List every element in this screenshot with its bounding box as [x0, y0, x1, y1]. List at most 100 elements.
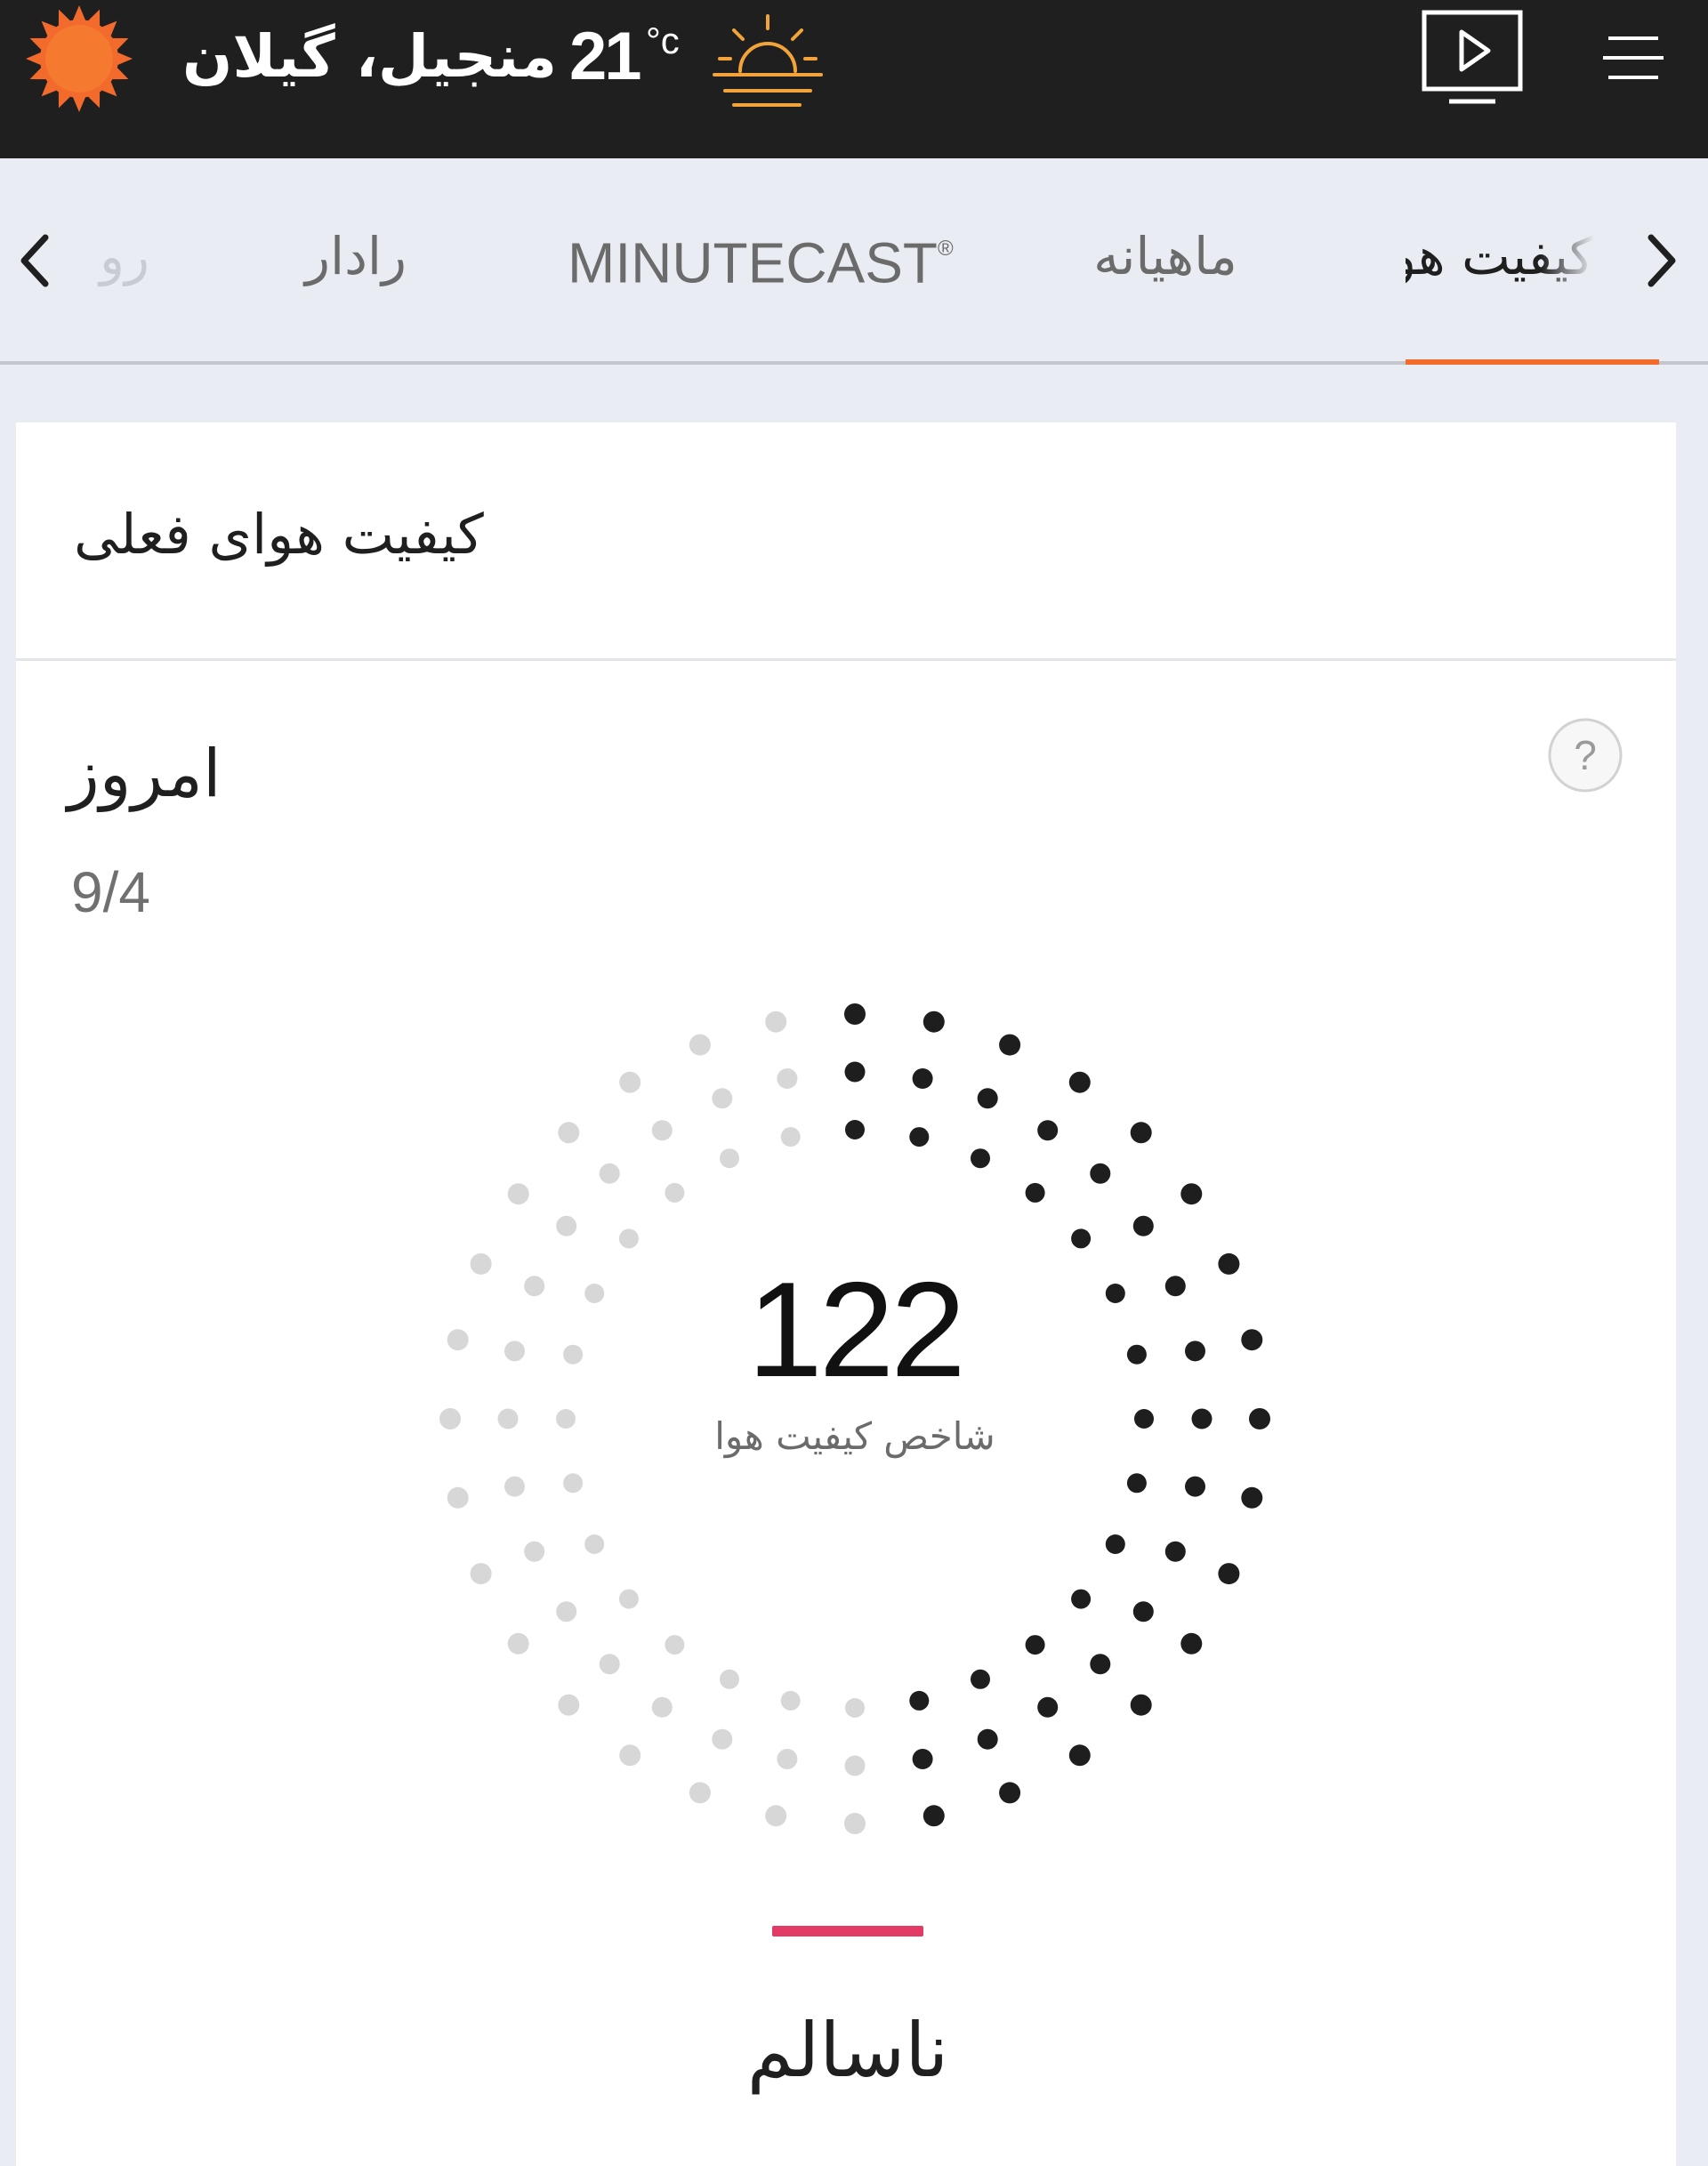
- top-app-bar: منجیل، گیلان 21 °c: [0, 0, 1708, 158]
- tab-radar[interactable]: رادار: [294, 212, 418, 301]
- aqi-dot-filled: [971, 1148, 990, 1169]
- aqi-dot-filled: [912, 1749, 933, 1769]
- sunrise-icon: [713, 14, 823, 107]
- aqi-dot-empty: [845, 1698, 865, 1718]
- aqi-dot-empty: [619, 1744, 641, 1767]
- logo-ray: [26, 52, 41, 65]
- video-play-icon[interactable]: [1419, 7, 1526, 109]
- aqi-dot-filled: [1071, 1228, 1092, 1249]
- sun-logo-icon[interactable]: [12, 0, 146, 120]
- aqi-dot-empty: [470, 1563, 492, 1585]
- aqi-dot-empty: [720, 1148, 739, 1169]
- tab-minutecast-label: MINUTECAST: [568, 230, 938, 295]
- aqi-dot-filled: [977, 1728, 998, 1750]
- aqi-dot-filled: [1105, 1534, 1125, 1554]
- aqi-dot-empty: [665, 1182, 685, 1203]
- aqi-dot-filled: [1132, 1215, 1154, 1236]
- current-temperature: 21: [569, 19, 642, 94]
- logo-ray: [73, 5, 85, 20]
- hamburger-menu-icon[interactable]: [1601, 29, 1665, 86]
- aqi-dot-empty: [524, 1541, 545, 1562]
- aqi-dot-filled: [922, 1805, 945, 1827]
- aqi-dot-filled: [1037, 1120, 1059, 1141]
- aqi-dot-filled: [1218, 1252, 1240, 1275]
- aqi-dot-filled: [1180, 1183, 1203, 1205]
- aqi-dot-filled: [909, 1127, 930, 1147]
- aqi-dot-filled: [844, 1003, 866, 1025]
- aqi-value: 122: [747, 1254, 966, 1405]
- aqi-dot-filled: [1180, 1632, 1203, 1655]
- aqi-dot-empty: [765, 1011, 787, 1033]
- aqi-dot-empty: [524, 1276, 545, 1297]
- tab-minutecast[interactable]: MINUTECAST®: [568, 212, 954, 301]
- aqi-dot-filled: [1191, 1408, 1213, 1429]
- aqi-dot-filled: [1105, 1284, 1125, 1303]
- aqi-dot-empty: [599, 1163, 620, 1184]
- aqi-dot-empty: [447, 1329, 469, 1351]
- aqi-dot-filled: [1068, 1071, 1091, 1093]
- aqi-dot-filled: [1037, 1696, 1059, 1718]
- aqi-dot-empty: [470, 1252, 492, 1275]
- aqi-dot-filled: [1126, 1473, 1147, 1494]
- aqi-dot-empty: [618, 1589, 639, 1609]
- aqi-dot-filled: [845, 1120, 865, 1139]
- aqi-dot-empty: [720, 1669, 739, 1689]
- aqi-dot-empty: [556, 1215, 577, 1236]
- aqi-dot-empty: [651, 1696, 673, 1718]
- chevron-right-icon[interactable]: [1639, 225, 1683, 296]
- location-name[interactable]: منجیل، گیلان: [182, 14, 557, 99]
- aqi-dot-empty: [844, 1755, 866, 1776]
- aqi-dot-filled: [1132, 1601, 1154, 1622]
- help-symbol: ?: [1574, 732, 1597, 778]
- aqi-dot-empty: [558, 1122, 580, 1144]
- aqi-dot-filled: [1134, 1409, 1154, 1429]
- aqi-dot-empty: [584, 1284, 605, 1303]
- aqi-dot-empty: [780, 1127, 801, 1147]
- aqi-dot-filled: [909, 1690, 930, 1711]
- logo-ray: [73, 97, 85, 112]
- aqi-dot-filled: [844, 1061, 866, 1083]
- aqi-dot-empty: [619, 1071, 641, 1093]
- aqi-dot-empty: [556, 1601, 577, 1622]
- card-header: کیفیت هوای فعلی: [16, 423, 1676, 661]
- aqi-dot-empty: [507, 1183, 529, 1205]
- tab-monthly[interactable]: ماهیانه: [1076, 212, 1254, 301]
- help-icon[interactable]: ?: [1546, 716, 1624, 794]
- aqi-dot-empty: [556, 1409, 576, 1429]
- aqi-dot-empty: [584, 1534, 605, 1554]
- aqi-dot-filled: [1249, 1408, 1270, 1429]
- aqi-dot-empty: [712, 1728, 733, 1750]
- aqi-dot-empty: [439, 1408, 461, 1429]
- aqi-dot-filled: [1025, 1635, 1045, 1655]
- aqi-dot-empty: [844, 1813, 866, 1834]
- logo-ray: [117, 52, 133, 65]
- active-tab-indicator: [1406, 359, 1659, 365]
- aqi-dot-filled: [1130, 1122, 1152, 1144]
- aqi-dot-filled: [1241, 1486, 1263, 1509]
- aqi-dot-filled: [1241, 1329, 1263, 1351]
- temperature-unit: °c: [646, 20, 680, 61]
- tab-air-quality[interactable]: کیفیت هوا: [1406, 212, 1594, 301]
- tab-ru[interactable]: رو: [96, 212, 149, 301]
- aqi-dot-empty: [777, 1749, 798, 1769]
- aqi-dot-filled: [1090, 1654, 1111, 1675]
- tab-fade-overlay: [1541, 212, 1594, 301]
- aqi-dot-empty: [665, 1635, 685, 1655]
- aqi-dot-empty: [504, 1341, 525, 1362]
- aqi-dot-empty: [497, 1408, 519, 1429]
- aqi-dot-filled: [922, 1011, 945, 1033]
- aqi-dot-empty: [599, 1654, 620, 1675]
- aqi-dot-empty: [651, 1120, 673, 1141]
- aqi-dot-empty: [689, 1782, 711, 1804]
- aqi-dot-empty: [780, 1690, 801, 1711]
- registered-mark: ®: [938, 237, 954, 261]
- aqi-dot-empty: [558, 1694, 580, 1716]
- aqi-dot-filled: [999, 1782, 1021, 1804]
- status-text: ناسالم: [746, 2007, 949, 2094]
- chevron-left-icon[interactable]: [13, 225, 58, 296]
- aqi-dot-empty: [563, 1473, 584, 1494]
- aqi-dot-empty: [447, 1486, 469, 1509]
- aqi-dot-filled: [1218, 1563, 1240, 1585]
- aqi-dot-filled: [1185, 1476, 1205, 1497]
- aqi-dot-filled: [912, 1068, 933, 1089]
